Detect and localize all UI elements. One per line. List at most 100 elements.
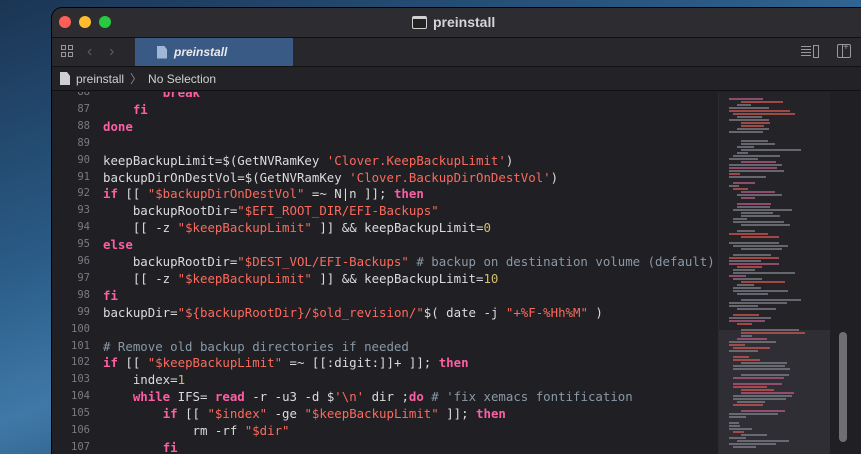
minimap-line: [741, 191, 775, 193]
minimap-line: [741, 140, 768, 142]
minimap-line: [741, 335, 752, 337]
code-line[interactable]: if [[ "$keepBackupLimit" =~ [[:digit:]]+…: [103, 354, 469, 371]
minimap-line: [729, 317, 771, 319]
minimap-line: [729, 110, 790, 112]
line-number: 107: [71, 440, 90, 453]
minimap-line: [737, 440, 789, 442]
minimap-line: [733, 272, 795, 274]
code-token: do: [408, 389, 424, 405]
minimap[interactable]: [718, 92, 831, 454]
minimap-line: [733, 113, 795, 115]
minimap-line: [741, 149, 801, 151]
minimap-line: [741, 248, 782, 250]
minimap-line: [741, 143, 775, 145]
line-number: 99: [77, 305, 90, 318]
code-line[interactable]: if [[ "$backupDirOnDestVol" =~ N|n ]]; t…: [103, 185, 424, 202]
add-editor-icon[interactable]: [837, 42, 851, 58]
minimap-line: [737, 338, 767, 340]
code-token: 'Clover.BackupDirOnDestVol': [349, 169, 551, 185]
code-line[interactable]: [[ -z "$keepBackupLimit" ]] && keepBacku…: [103, 219, 491, 236]
minimap-line: [729, 425, 740, 427]
minimap-line: [733, 404, 763, 406]
code-line[interactable]: fi: [103, 287, 118, 304]
minimize-window-button[interactable]: [79, 16, 91, 28]
code-line[interactable]: backupDirOnDestVol=$(GetNVRamKey 'Clover…: [103, 169, 558, 186]
tab-preinstall[interactable]: preinstall: [135, 38, 293, 66]
code-token: "$EFI_ROOT_DIR/EFI-Backups": [237, 203, 439, 219]
minimap-line: [729, 350, 758, 352]
minimap-line: [733, 377, 784, 379]
minimap-line: [741, 212, 773, 214]
code-token: done: [103, 118, 133, 134]
line-number: 96: [77, 255, 90, 267]
minimap-line: [741, 101, 783, 103]
code-editor[interactable]: 88 87 88 89 90 91 92 93 94 95 96 97 98 99 100 101 102 103…: [52, 92, 718, 454]
code-line[interactable]: backupRootDir="$EFI_ROOT_DIR/EFI-Backups…: [103, 202, 439, 219]
minimap-line: [733, 155, 780, 157]
line-number: 103: [71, 373, 90, 386]
minimap-line: [733, 347, 770, 349]
code-line[interactable]: index=1: [103, 371, 185, 388]
minimap-line: [729, 167, 777, 169]
minimap-line: [729, 341, 776, 343]
code-line[interactable]: backupDir="${backupRootDir}/$old_revisio…: [103, 304, 603, 321]
code-line[interactable]: fi: [103, 439, 178, 454]
minimap-line: [741, 329, 799, 331]
code-token: if: [103, 186, 118, 202]
code-token: then: [393, 186, 424, 202]
zoom-window-button[interactable]: [99, 16, 111, 28]
code-line[interactable]: break: [103, 92, 200, 101]
jumpbar-selection[interactable]: No Selection: [148, 72, 216, 86]
minimap-line: [729, 173, 740, 175]
minimap-line: [737, 128, 769, 130]
code-line[interactable]: else: [103, 236, 133, 253]
line-number: 89: [77, 136, 90, 149]
code-line[interactable]: backupRootDir="$DEST_VOL/EFI-Backups" # …: [103, 253, 715, 270]
code-line[interactable]: done: [103, 118, 133, 135]
code-line[interactable]: while IFS= read -r -u3 -d $'\n' dir ;do …: [103, 388, 633, 405]
line-number: 98: [77, 288, 90, 301]
code-line[interactable]: # Remove old backup directories if neede…: [103, 338, 409, 355]
minimap-line: [729, 164, 782, 166]
line-number: 92: [77, 187, 90, 200]
minimap-line: [741, 362, 787, 364]
chevron-right-icon[interactable]: ›: [109, 43, 114, 61]
line-number: 102: [71, 356, 90, 369]
jumpbar-file[interactable]: preinstall: [76, 72, 124, 86]
minimap-line: [729, 428, 752, 430]
code-line[interactable]: rm -rf "$dir": [103, 422, 290, 439]
code-line[interactable]: if [[ "$index" -ge "$keepBackupLimit" ]]…: [103, 405, 506, 422]
minimap-line: [733, 314, 759, 316]
chevron-left-icon[interactable]: ‹: [87, 43, 92, 61]
editor-options-icon[interactable]: [801, 44, 819, 58]
vertical-scrollbar[interactable]: [830, 92, 861, 454]
minimap-line: [729, 344, 745, 346]
code-token: fi: [103, 287, 118, 303]
scrollbar-thumb[interactable]: [839, 332, 847, 442]
minimap-line: [729, 185, 739, 187]
minimap-line: [737, 401, 765, 403]
line-number: 94: [77, 221, 90, 234]
code-line[interactable]: keepBackupLimit=$(GetNVRamKey 'Clover.Ke…: [103, 152, 513, 169]
code-line[interactable]: [[ -z "$keepBackupLimit" ]] && keepBacku…: [103, 270, 499, 287]
minimap-line: [733, 269, 755, 271]
grid-icon[interactable]: [61, 45, 74, 58]
code-token: "$backupDirOnDestVol": [147, 186, 305, 202]
code-token: IFS=: [170, 389, 215, 405]
minimap-line: [741, 410, 785, 412]
code-line[interactable]: fi: [103, 101, 148, 118]
code-token: 1: [177, 372, 186, 388]
code-text[interactable]: break fi done keepBackupLimit=$(GetNVRamKe…: [103, 92, 718, 454]
minimap-line: [729, 416, 746, 418]
code-token: $( date -j: [423, 304, 506, 320]
code-token: else: [103, 237, 133, 253]
chevron-right-icon: 〉: [130, 72, 143, 86]
code-token: break: [162, 92, 200, 100]
minimap-line: [733, 359, 760, 361]
code-token: [[: [117, 355, 148, 371]
code-token: fi: [132, 101, 148, 117]
minimap-line: [741, 122, 770, 124]
close-window-button[interactable]: [59, 16, 71, 28]
